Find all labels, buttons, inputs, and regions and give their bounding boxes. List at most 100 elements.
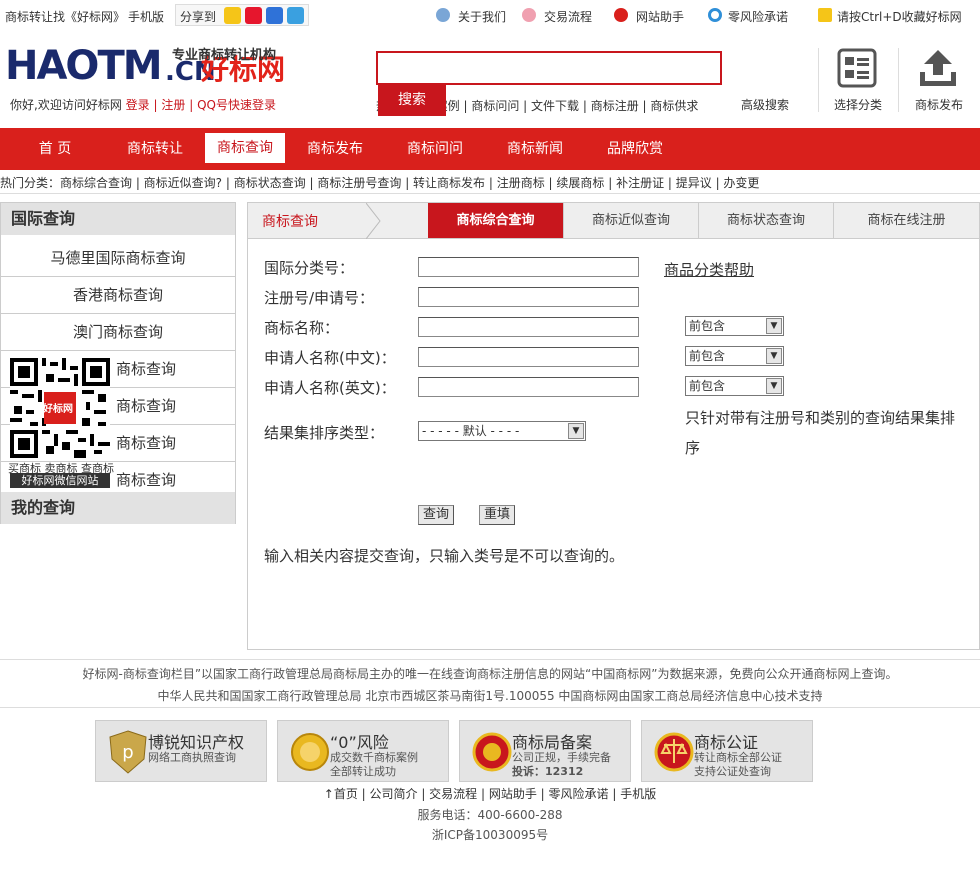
- sort-note: 只针对带有注册号和类别的查询结果集排序: [685, 409, 956, 457]
- qr-logo-text: 好标网: [43, 404, 73, 415]
- query-hint: 输入相关内容提交查询，只输入类号是不可以查询的。: [264, 547, 625, 565]
- advanced-search-link[interactable]: 高级搜索: [741, 96, 789, 113]
- qzone-icon[interactable]: [224, 7, 241, 24]
- welcome-text: 你好,欢迎访问好标网: [10, 98, 122, 112]
- qr-label: 好标网微信网站: [10, 473, 110, 488]
- sidebar-head-my-query[interactable]: 我的查询: [1, 492, 235, 524]
- badge-sub: 成交数千商标案例 全部转让成功: [330, 751, 418, 778]
- zero-risk-link[interactable]: 零风险承诺: [728, 8, 788, 25]
- regno-label: 注册号/申请号：: [264, 289, 375, 307]
- helper-icon: [614, 8, 628, 22]
- applicant-en-label: 申请人名称(英文)：: [264, 379, 396, 397]
- chevron-down-icon: ▼: [766, 318, 782, 334]
- about-icon: [436, 8, 450, 22]
- tab-similar-query[interactable]: 商标近似查询: [563, 203, 698, 238]
- share-label: 分享到: [180, 10, 217, 24]
- class-input[interactable]: [418, 257, 639, 277]
- medal-icon: [291, 733, 329, 771]
- query-panel: 商标查询 商标综合查询 商标近似查询 商标状态查询 商标在线注册 国际分类号： …: [247, 202, 980, 650]
- select-class-link[interactable]: 选择分类: [834, 96, 882, 113]
- top-bar: 商标转让找《好标网》 手机版 分享到 关于我们 交易流程 网站助手 零风险承诺 …: [0, 0, 980, 32]
- badge-title: 商标公证: [694, 733, 759, 752]
- weibo-icon[interactable]: [245, 7, 262, 24]
- badge-sub: 网络工商执照查询: [148, 751, 236, 764]
- upload-icon[interactable]: [918, 48, 958, 88]
- search-input[interactable]: [376, 51, 722, 85]
- welcome-bar: 你好,欢迎访问好标网 登录 | 注册 | QQ号快速登录: [10, 98, 276, 112]
- sort-select[interactable]: - - - - - 默认 - - - - ▼: [418, 421, 586, 441]
- login-link[interactable]: 登录: [126, 98, 150, 112]
- badge-filing[interactable]: 商标局备案 公司正规，手续完备 投诉：12312: [459, 720, 631, 782]
- divider: [0, 659, 980, 660]
- logo-main: HAOTM: [5, 43, 163, 89]
- bookmark-link[interactable]: 请按Ctrl+D收藏好标网: [837, 8, 962, 25]
- class-help-link[interactable]: 商品分类帮助: [664, 259, 754, 280]
- trademark-name-input[interactable]: [418, 317, 639, 337]
- sidebar-head-international: 国际查询: [1, 203, 235, 235]
- baidu-icon[interactable]: [266, 7, 283, 24]
- badge-ip[interactable]: p 博锐知识产权 网络工商执照查询: [95, 720, 267, 782]
- sidebar-item-hongkong[interactable]: 香港商标查询: [1, 277, 235, 314]
- register-link[interactable]: 注册: [161, 98, 185, 112]
- badge-sub: 公司正规，手续完备 投诉：12312: [512, 751, 611, 778]
- header-divider: [818, 48, 819, 112]
- breadcrumb: 商标查询: [262, 214, 318, 230]
- divider: [0, 193, 980, 194]
- footer-links[interactable]: ↑首页 | 公司简介 | 交易流程 | 网站助手 | 零风险承诺 | 手机版: [0, 785, 980, 802]
- name-label: 商标名称：: [264, 319, 340, 337]
- chevron-down-icon: ▼: [568, 423, 584, 439]
- footer-address: 中华人民共和国国家工商行政管理总局 北京市西城区茶马南街1号.100055 中国…: [157, 689, 823, 703]
- submit-button[interactable]: 查询: [418, 505, 454, 525]
- publish-link[interactable]: 商标发布: [915, 96, 963, 113]
- sidebar-item-macau[interactable]: 澳门商标查询: [1, 314, 235, 351]
- query-tabs: 商标查询 商标综合查询 商标近似查询 商标状态查询 商标在线注册: [248, 203, 979, 239]
- badge-title: “0”风险: [330, 733, 389, 752]
- applicant-cn-match-select[interactable]: 前包含 ▼: [685, 346, 784, 366]
- regno-input[interactable]: [418, 287, 639, 307]
- nav-query[interactable]: 商标查询: [205, 133, 285, 163]
- mobile-link[interactable]: 手机版: [128, 8, 164, 25]
- footer-phone: 服务电话：400-6600-288: [417, 808, 563, 822]
- sidebar-item-madrid[interactable]: 马德里国际商标查询: [1, 240, 235, 277]
- scales-icon: [654, 732, 694, 772]
- tab-status-query[interactable]: 商标状态查询: [698, 203, 833, 238]
- nav-publish[interactable]: 商标发布: [295, 128, 375, 170]
- main-nav: 首 页 商标转让 商标查询 商标发布 商标问问 商标新闻 品牌欣赏: [0, 128, 980, 170]
- nav-brands[interactable]: 品牌欣赏: [595, 128, 675, 170]
- about-link[interactable]: 关于我们: [458, 8, 506, 25]
- hot-categories[interactable]: 热门分类：商标综合查询 | 商标近似查询? | 商标状态查询 | 商标注册号查询…: [0, 174, 980, 192]
- reset-button[interactable]: 重填: [479, 505, 515, 525]
- qq-login-link[interactable]: QQ号快速登录: [197, 98, 276, 112]
- site-logo[interactable]: HAOTM .CN 好标网 专业商标转让机构: [5, 42, 305, 92]
- chevron-down-icon: ▼: [766, 348, 782, 364]
- nav-home[interactable]: 首 页: [20, 128, 90, 170]
- badge-zero-risk[interactable]: “0”风险 成交数千商标案例 全部转让成功: [277, 720, 449, 782]
- badge-sub: 转让商标全部公证 支持公证处查询: [694, 751, 782, 778]
- process-link[interactable]: 交易流程: [544, 8, 592, 25]
- nav-ask[interactable]: 商标问问: [395, 128, 475, 170]
- divider: [0, 707, 980, 708]
- pengyou-icon[interactable]: [287, 7, 304, 24]
- nav-news[interactable]: 商标新闻: [495, 128, 575, 170]
- process-icon: [522, 8, 536, 22]
- search-button[interactable]: 搜索: [378, 84, 446, 116]
- applicant-cn-input[interactable]: [418, 347, 639, 367]
- class-label: 国际分类号：: [264, 259, 355, 277]
- tab-online-register[interactable]: 商标在线注册: [833, 203, 979, 238]
- nav-transfer[interactable]: 商标转让: [115, 128, 195, 170]
- badge-title: 商标局备案: [512, 733, 593, 752]
- emblem-icon: [472, 732, 512, 772]
- shield-icon: p: [109, 730, 147, 774]
- share-box: 分享到: [175, 4, 309, 26]
- category-grid-icon[interactable]: [837, 48, 877, 88]
- breadcrumb-arrow-icon: [366, 203, 381, 239]
- helper-link[interactable]: 网站助手: [636, 8, 684, 25]
- sort-label: 结果集排序类型：: [264, 424, 385, 442]
- footer-note: 好标网-商标查询栏目”以国家工商行政管理总局商标局主办的唯一在线查询商标注册信息…: [82, 667, 898, 681]
- applicant-en-input[interactable]: [418, 377, 639, 397]
- tab-comprehensive-query[interactable]: 商标综合查询: [428, 203, 563, 238]
- badge-notary[interactable]: 商标公证 转让商标全部公证 支持公证处查询: [641, 720, 813, 782]
- applicant-en-match-select[interactable]: 前包含 ▼: [685, 376, 784, 396]
- footer-icp[interactable]: 浙ICP备10030095号: [0, 826, 980, 843]
- name-match-select[interactable]: 前包含 ▼: [685, 316, 784, 336]
